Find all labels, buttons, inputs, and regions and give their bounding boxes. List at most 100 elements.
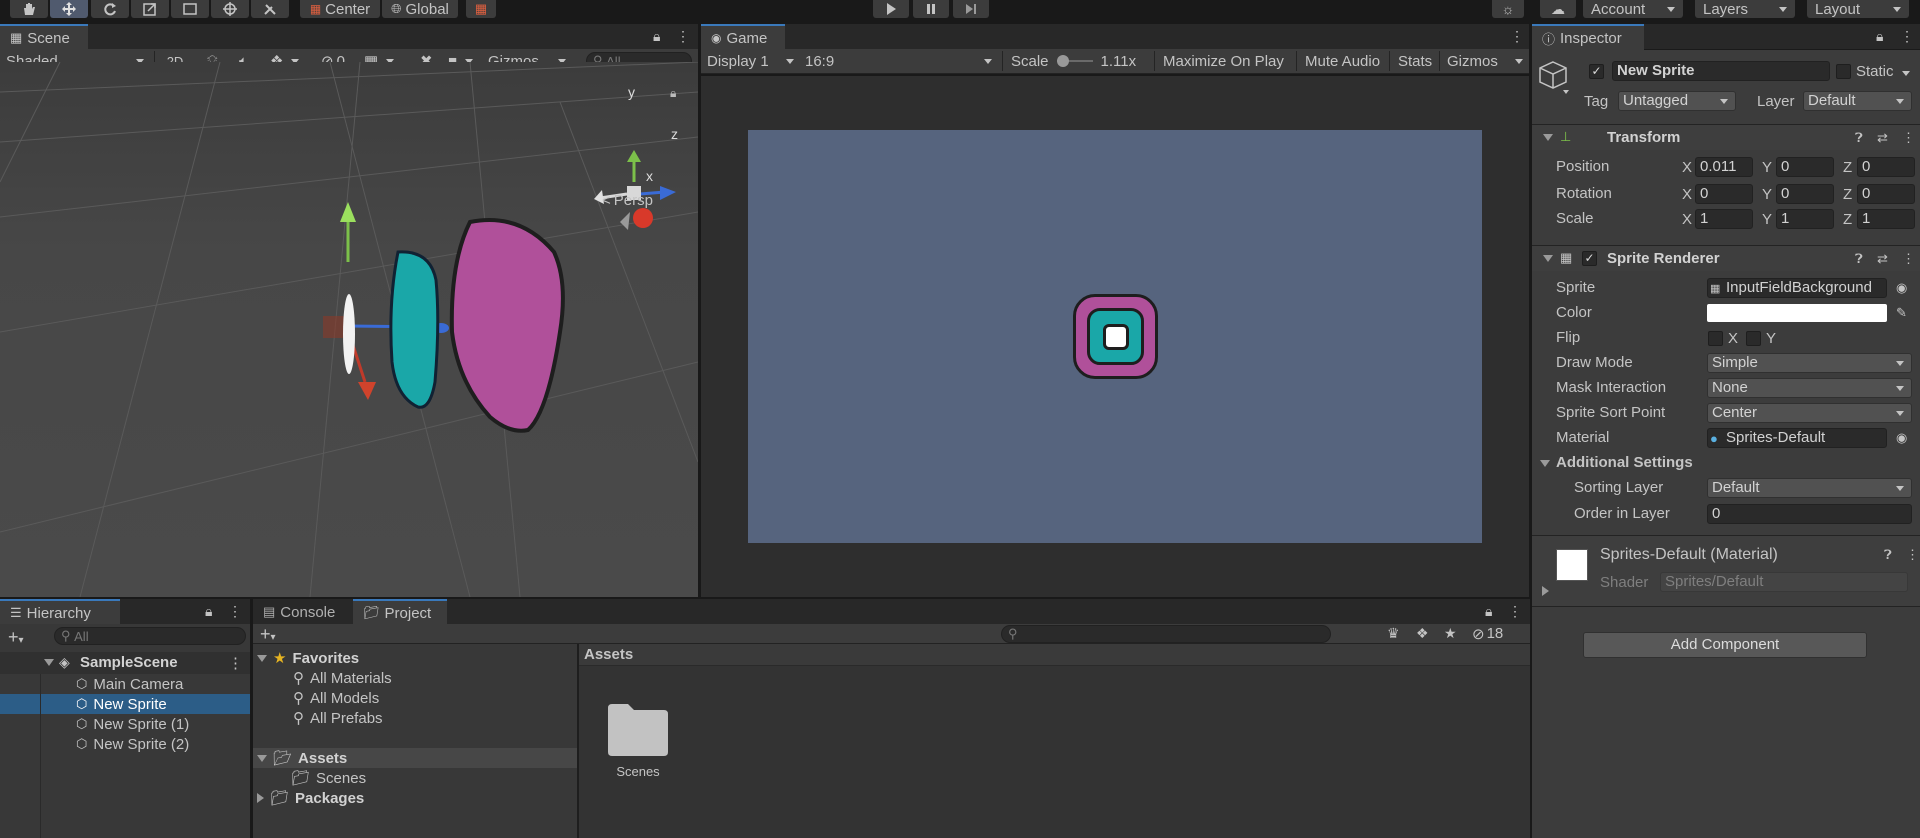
lock-icon[interactable]: 🔒︎ xyxy=(653,28,660,45)
layer-dropdown[interactable]: Default xyxy=(1803,91,1912,111)
settings-toolbar-button[interactable]: ☼ xyxy=(1492,0,1524,18)
pivot-mode-button[interactable]: ▦ Center xyxy=(300,0,380,18)
packages-folder-row[interactable]: 📁︎ Packages xyxy=(257,788,364,808)
position-x-field[interactable]: 0.011 xyxy=(1695,157,1753,177)
project-lock-icon[interactable]: 🔒︎ xyxy=(1485,603,1492,620)
order-in-layer-field[interactable]: 0 xyxy=(1707,504,1912,524)
projection-toggle[interactable]: < Persp xyxy=(602,192,653,209)
pivot-rotation-button[interactable]: 🌐︎ Global xyxy=(382,0,458,18)
project-search-input[interactable]: ⚲ xyxy=(1001,625,1331,643)
rect-tool-button[interactable] xyxy=(171,0,209,18)
rotation-z-field[interactable]: 0 xyxy=(1857,184,1915,204)
additional-settings-foldout[interactable]: Additional Settings xyxy=(1532,451,1920,475)
sorting-layer-dropdown[interactable]: Default xyxy=(1707,478,1912,498)
rotation-y-field[interactable]: 0 xyxy=(1776,184,1834,204)
inspector-lock-icon[interactable]: 🔒︎ xyxy=(1876,28,1883,45)
material-foldout-icon[interactable] xyxy=(1542,586,1549,596)
step-button[interactable] xyxy=(953,0,989,18)
object-picker-icon[interactable]: ◉ xyxy=(1896,430,1907,446)
draw-mode-dropdown[interactable]: Simple xyxy=(1707,353,1912,373)
position-y-field[interactable]: 0 xyxy=(1776,157,1834,177)
tab-project[interactable]: 📁︎ Project xyxy=(353,599,447,625)
presets-icon[interactable]: ⇄ xyxy=(1877,251,1888,267)
assets-folder-row[interactable]: 📂︎ Assets xyxy=(253,748,577,768)
game-gizmos-dropdown[interactable]: Gizmos xyxy=(1443,49,1527,73)
tab-hierarchy[interactable]: ☰ Hierarchy xyxy=(0,599,120,625)
scene-viewport[interactable]: y z x 🔒︎ < Persp xyxy=(0,62,698,597)
scene-root-row[interactable]: ◈ SampleScene ⋮ xyxy=(0,652,250,674)
favorite-star-icon[interactable]: ★ xyxy=(1444,625,1457,642)
help-icon[interactable]: ❓︎ xyxy=(1855,130,1863,146)
cloud-button[interactable]: ☁ xyxy=(1540,0,1576,18)
component-more-icon[interactable]: ⋮ xyxy=(1902,130,1915,146)
favorite-item[interactable]: ⚲ All Materials xyxy=(293,668,392,688)
tab-inspector[interactable]: ⓘ Inspector xyxy=(1532,24,1644,50)
aspect-dropdown[interactable]: 16:9 xyxy=(801,49,996,73)
hierarchy-search-input[interactable]: ⚲ All xyxy=(54,627,246,645)
object-picker-icon[interactable]: ◉ xyxy=(1896,280,1907,296)
tab-game[interactable]: ◉ Game xyxy=(701,24,785,50)
pause-button[interactable] xyxy=(913,0,949,18)
transform-header[interactable]: ⊥ Transform ❓︎ ⇄ ⋮ xyxy=(1532,124,1920,150)
custom-tool-button[interactable] xyxy=(251,0,289,18)
play-button[interactable] xyxy=(873,0,909,18)
object-name-field[interactable]: New Sprite xyxy=(1612,61,1830,81)
gizmo-lock-icon[interactable]: 🔒︎ xyxy=(670,86,676,101)
mask-interaction-dropdown[interactable]: None xyxy=(1707,378,1912,398)
asset-folder-tile[interactable]: Scenes xyxy=(603,702,673,792)
move-tool-button[interactable] xyxy=(50,0,88,18)
help-icon[interactable]: ❓︎ xyxy=(1855,251,1863,267)
transform-tool-button[interactable] xyxy=(211,0,249,18)
static-dropdown[interactable]: Static xyxy=(1856,63,1910,80)
favorite-item[interactable]: ⚲ All Models xyxy=(293,688,379,708)
breadcrumb-assets[interactable]: Assets xyxy=(584,646,633,663)
game-more-options-icon[interactable]: ⋮ xyxy=(1510,28,1524,45)
scale-x-field[interactable]: 1 xyxy=(1695,209,1753,229)
position-z-field[interactable]: 0 xyxy=(1857,157,1915,177)
sort-point-dropdown[interactable]: Center xyxy=(1707,403,1912,423)
scene-more-icon[interactable]: ⋮ xyxy=(228,654,243,672)
eyedropper-icon[interactable]: ✎ xyxy=(1896,305,1907,321)
add-object-button[interactable]: +▾ xyxy=(8,627,24,648)
display-dropdown[interactable]: Display 1 xyxy=(703,49,798,73)
scale-z-field[interactable]: 1 xyxy=(1857,209,1915,229)
more-options-icon[interactable]: ⋮ xyxy=(676,28,690,45)
hidden-packages-toggle[interactable]: ⊘ 18 xyxy=(1472,625,1503,643)
hierarchy-item-selected[interactable]: ⬡ New Sprite xyxy=(0,694,250,714)
tag-dropdown[interactable]: Untagged xyxy=(1618,91,1736,111)
layers-dropdown[interactable]: Layers xyxy=(1695,0,1795,18)
presets-icon[interactable]: ⇄ xyxy=(1877,130,1888,146)
mute-audio-toggle[interactable]: Mute Audio xyxy=(1301,49,1384,73)
flip-y-checkbox[interactable] xyxy=(1746,331,1761,346)
hierarchy-more-icon[interactable]: ⋮ xyxy=(228,603,242,620)
help-icon[interactable]: ❓︎ xyxy=(1884,547,1892,563)
scale-tool-button[interactable] xyxy=(131,0,169,18)
sprite-object-field[interactable]: InputFieldBackground xyxy=(1707,278,1887,298)
folder-item[interactable]: 📁︎ Scenes xyxy=(291,768,366,788)
tab-scene[interactable]: ▦ Scene xyxy=(0,24,88,50)
component-more-icon[interactable]: ⋮ xyxy=(1902,251,1915,267)
hierarchy-lock-icon[interactable]: 🔒︎ xyxy=(205,603,212,620)
stats-toggle[interactable]: Stats xyxy=(1394,49,1436,73)
shader-dropdown[interactable]: Sprites/Default xyxy=(1660,572,1908,592)
hierarchy-item[interactable]: ⬡ Main Camera xyxy=(0,674,250,694)
active-checkbox[interactable]: ✓ xyxy=(1589,64,1604,79)
tab-console[interactable]: ▤ Console xyxy=(253,599,353,625)
hierarchy-item[interactable]: ⬡ New Sprite (1) xyxy=(0,714,250,734)
sprite-renderer-enabled-checkbox[interactable]: ✓ xyxy=(1582,251,1597,266)
account-dropdown[interactable]: Account xyxy=(1583,0,1683,18)
flip-x-checkbox[interactable] xyxy=(1708,331,1723,346)
grid-snap-button[interactable]: ▦ xyxy=(466,0,496,18)
hierarchy-item[interactable]: ⬡ New Sprite (2) xyxy=(0,734,250,754)
material-more-icon[interactable]: ⋮ xyxy=(1906,547,1919,563)
color-swatch[interactable] xyxy=(1707,304,1887,322)
add-component-button[interactable]: Add Component xyxy=(1583,632,1867,658)
rotate-tool-button[interactable] xyxy=(91,0,129,18)
filter-type-icon[interactable]: ♛ xyxy=(1387,625,1400,642)
favorite-item[interactable]: ⚲ All Prefabs xyxy=(293,708,383,728)
inspector-more-icon[interactable]: ⋮ xyxy=(1900,28,1914,45)
material-object-field[interactable]: Sprites-Default xyxy=(1707,428,1887,448)
maximize-on-play-toggle[interactable]: Maximize On Play xyxy=(1159,49,1288,73)
layout-dropdown[interactable]: Layout xyxy=(1807,0,1909,18)
project-more-icon[interactable]: ⋮ xyxy=(1508,603,1522,620)
